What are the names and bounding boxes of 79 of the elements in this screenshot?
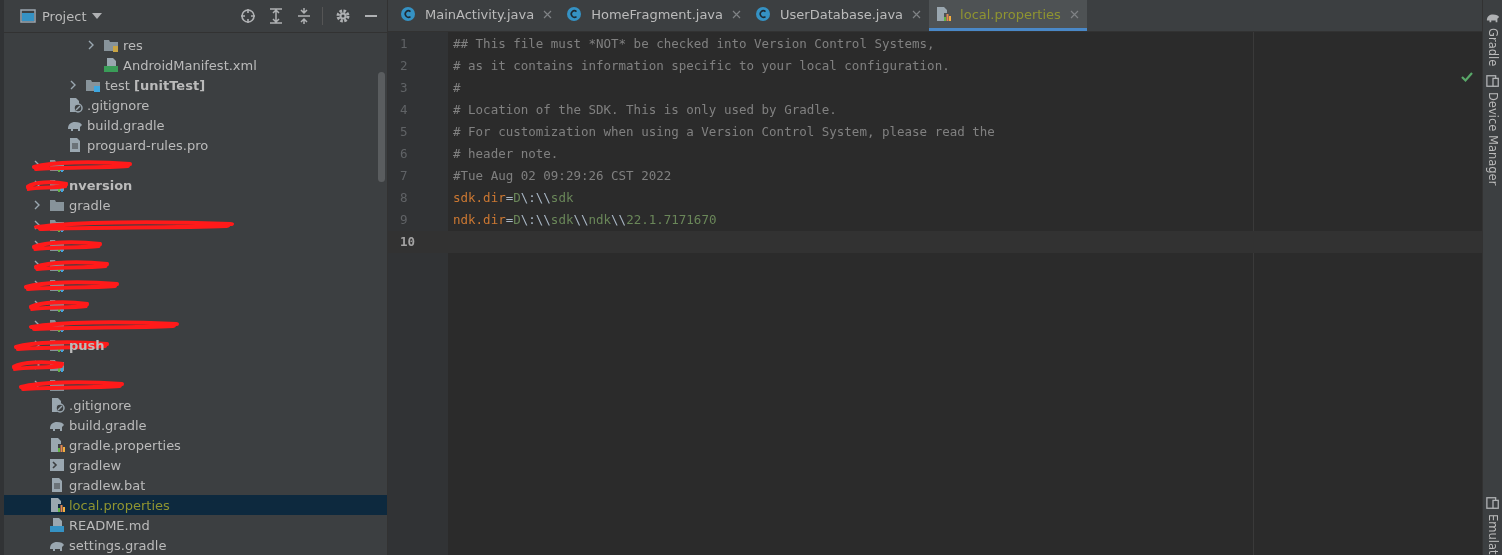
chevron-icon[interactable] [86,40,96,50]
tree-label: gradle [69,197,111,213]
expand-all-icon[interactable] [268,8,284,24]
tree-label: gradlew [69,457,122,473]
code-line: # as it contains information specific to your local configuration. [452,57,951,75]
code-line: ## This file must *NOT* be checked into Version Control Systems, [452,35,936,53]
device-tool-button[interactable]: Emulat [1485,496,1500,555]
code-line: ndk.dir=D\:\\sdk\\ndk\\22.1.7171670 [452,211,718,229]
project-view-dropdown[interactable]: Project [42,8,103,24]
device-tool-button[interactable]: Device Manager [1485,74,1500,186]
tree-row[interactable]: gradle [4,195,387,215]
class-icon [566,6,583,22]
tree-row[interactable]: README.md [4,515,387,535]
tree-label: build.gradle [87,117,165,133]
tree-label: gradle.properties [69,437,181,453]
tree-row[interactable]: gradlew [4,455,387,475]
tree-row[interactable]: settings.gradle [4,535,387,555]
tree-label: gradlew.bat [69,477,146,493]
tree-row[interactable]: test [unitTest] [4,75,387,95]
gradle-tool-button[interactable]: Gradle [1485,10,1500,67]
tree-row[interactable]: build.gradle [4,415,387,435]
editor-tab[interactable]: MainActivity.java [394,0,561,31]
collapse-all-icon[interactable] [296,8,312,24]
manifest-file-icon [103,57,119,73]
markdown-file-icon [49,517,65,533]
close-icon[interactable] [732,9,742,19]
target-icon[interactable] [240,8,256,24]
tree-row[interactable]: .gitignore [4,95,387,115]
tree-row[interactable]: proguard-rules.pro [4,135,387,155]
tree-label: push [69,337,105,353]
tree-label: test [unitTest] [105,77,206,93]
tree-row[interactable]: build.gradle [4,115,387,135]
caret-icon [92,13,103,19]
tree-row[interactable]: gradle.properties [4,435,387,455]
settings-icon[interactable] [335,8,351,24]
code-line: sdk.dir=D\:\\sdk [452,189,575,207]
code-line: # [452,79,462,97]
scrollbar[interactable] [378,72,385,182]
tree-row[interactable]: .gitignore [4,395,387,415]
tree-label: local.properties [69,497,170,513]
folder-icon [49,197,65,213]
tree-row[interactable]: AndroidManifest.xml [4,55,387,75]
tree-row[interactable]: res [4,35,387,55]
chevron-icon[interactable] [32,200,42,210]
ignored-file-icon [49,397,65,413]
tree-label: build.gradle [69,417,147,433]
tree-row[interactable]: gradlew.bat [4,475,387,495]
window-icon [20,8,36,24]
tree-label: AndroidManifest.xml [123,57,257,73]
folder-icon [103,37,119,53]
properties-file-icon [49,437,65,453]
class-icon [400,6,416,22]
editor-tab[interactable]: UserDatabase.java [749,0,930,31]
ignored-file-icon [67,97,83,113]
abstract-class-icon [755,6,772,22]
checkmark-icon [1460,70,1474,84]
tree-label: .gitignore [87,97,150,113]
code-line: # header note. [452,145,560,163]
tree-label: res [123,37,143,53]
editor-tab[interactable]: HomeFragment.java [560,0,750,31]
properties-file-icon [49,497,65,513]
terminal-icon [49,457,65,473]
close-icon[interactable] [912,9,922,19]
properties-file-icon [935,6,952,22]
tree-label: settings.gradle [69,537,167,553]
tree-label: nversion [69,177,133,193]
close-icon[interactable] [1069,9,1079,19]
code-line: #Tue Aug 02 09:29:26 CST 2022 [452,167,673,185]
tree-row[interactable]: local.properties [4,495,387,515]
folder-icon [85,77,101,93]
close-icon[interactable] [543,9,553,19]
tree-label: .gitignore [69,397,132,413]
code-line: # Location of the SDK. This is only used by Gradle. [452,101,838,119]
tree-label: README.md [69,517,150,533]
text-file-icon [49,477,65,493]
code-line: # For customization when using a Version Control System, please read the [452,123,996,141]
text-file-icon [67,137,83,153]
chevron-icon[interactable] [68,80,78,90]
tree-label: proguard-rules.pro [87,137,209,153]
